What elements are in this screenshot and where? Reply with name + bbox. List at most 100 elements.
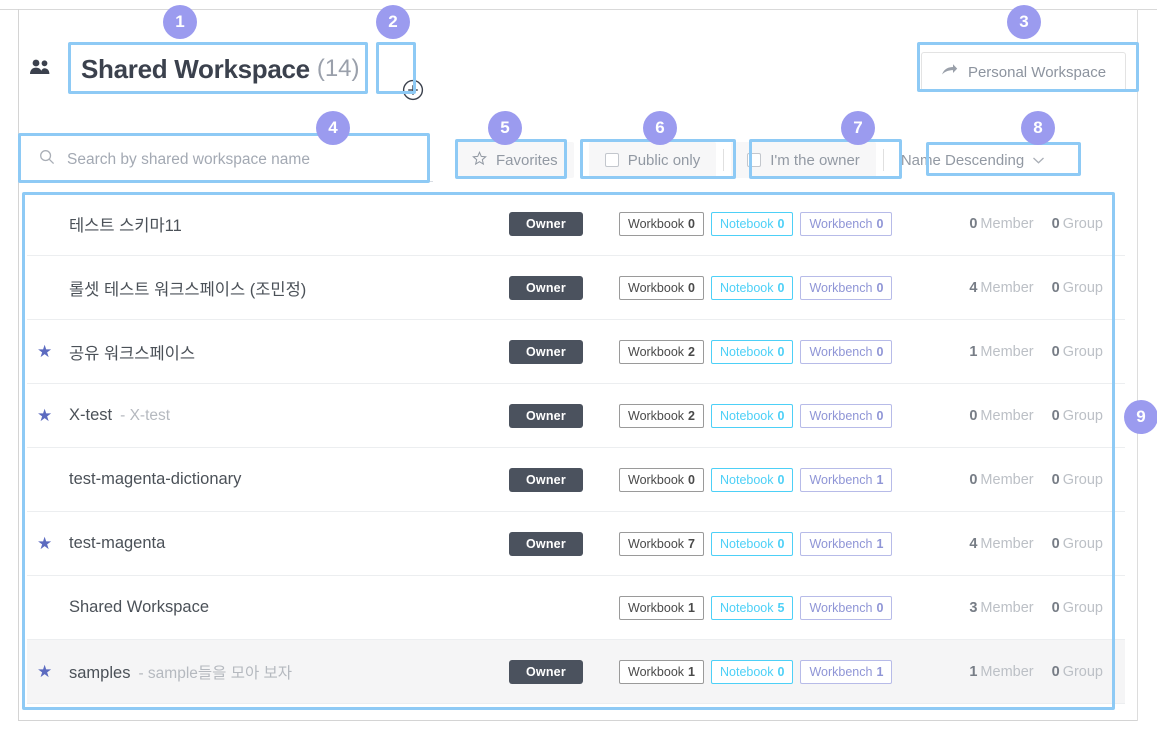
favorite-toggle[interactable]: ★ <box>27 535 69 552</box>
workbench-count-badge[interactable]: Workbench 0 <box>800 339 893 364</box>
workbench-count-badge-label: Workbench <box>809 408 873 423</box>
table-row[interactable]: Shared Workspace Workbook 1 Notebook 5 Workbe… <box>27 576 1125 640</box>
asset-counts-cell: Workbook 1 Notebook 5 Workbench 0 <box>619 595 909 620</box>
favorite-toggle[interactable]: ★ <box>27 663 69 680</box>
notebook-count-badge[interactable]: Notebook 0 <box>711 403 794 428</box>
group-count-value: 0 <box>1051 407 1060 424</box>
sort-label: Name Descending <box>900 151 1025 169</box>
table-row[interactable]: 테스트 스키마11 Owner Workbook 0 Notebook 0 Workbenc… <box>27 192 1125 256</box>
workspace-name-cell[interactable]: test-magenta <box>69 534 509 553</box>
member-count: 0 Member <box>969 472 1033 488</box>
notebook-count-badge[interactable]: Notebook 0 <box>711 531 794 556</box>
star-filled-icon[interactable]: ★ <box>37 343 52 360</box>
favorite-toggle[interactable]: ★ <box>27 407 69 424</box>
group-count: 0 Group <box>1052 408 1103 424</box>
personal-workspace-button[interactable]: Personal Workspace <box>921 52 1126 92</box>
workbook-count-badge[interactable]: Workbook 7 <box>619 531 704 556</box>
workspace-name-cell[interactable]: test-magenta-dictionary <box>69 470 509 489</box>
star-filled-icon[interactable]: ★ <box>37 535 52 552</box>
im-the-owner-checkbox[interactable] <box>747 153 762 167</box>
notebook-count-badge[interactable]: Notebook 0 <box>711 467 794 492</box>
workbench-count-badge-label: Workbench <box>809 664 873 679</box>
workspace-list: 테스트 스키마11 Owner Workbook 0 Notebook 0 Workbenc… <box>27 192 1125 712</box>
table-row[interactable]: ★ X-test - X-test Owner Workbook 2 Notebook 0 Wo… <box>27 384 1125 448</box>
workspace-name-cell[interactable]: Shared Workspace <box>69 598 509 617</box>
workbench-count-badge[interactable]: Workbench 1 <box>800 467 893 492</box>
workbench-count-badge-label: Workbench <box>809 600 873 615</box>
notebook-count-badge-label: Notebook <box>720 664 774 679</box>
workbench-count-badge[interactable]: Workbench 0 <box>800 275 893 300</box>
table-row[interactable]: ★ test-magenta Owner Workbook 7 Notebook 0 Work… <box>27 512 1125 576</box>
workbench-count-badge[interactable]: Workbench 0 <box>800 595 893 620</box>
favorite-toggle[interactable]: ★ <box>27 343 69 360</box>
workbench-count-badge[interactable]: Workbench 0 <box>800 403 893 428</box>
star-filled-icon[interactable]: ★ <box>37 663 52 680</box>
workbook-count-badge-value: 7 <box>688 536 695 551</box>
member-count: 4 Member <box>969 536 1033 552</box>
workbook-count-badge-value: 0 <box>688 280 695 295</box>
frame-left-divider <box>18 9 19 721</box>
im-the-owner-filter[interactable]: I'm the owner <box>731 142 876 178</box>
group-count-value: 0 <box>1051 215 1060 232</box>
table-row[interactable]: ★ 공유 워크스페이스 Owner Workbook 2 Notebook 0 Workben… <box>27 320 1125 384</box>
list-scrollbar[interactable] <box>1115 192 1121 712</box>
workbook-count-badge[interactable]: Workbook 0 <box>619 211 704 236</box>
public-only-checkbox[interactable] <box>604 153 619 167</box>
group-count-value: 0 <box>1051 663 1060 680</box>
workbench-count-badge[interactable]: Workbench 1 <box>800 531 893 556</box>
search-field-wrapper[interactable] <box>27 138 433 182</box>
workbook-count-badge[interactable]: Workbook 2 <box>619 403 704 428</box>
workbook-count-badge[interactable]: Workbook 2 <box>619 339 704 364</box>
notebook-count-badge-label: Notebook <box>720 600 774 615</box>
workbench-count-badge-label: Workbench <box>809 472 873 487</box>
workspace-name: Shared Workspace <box>69 598 210 616</box>
annotation-badge-3: 3 <box>1007 5 1041 39</box>
group-count-value: 0 <box>1051 599 1060 616</box>
workspace-name-cell[interactable]: 공유 워크스페이스 <box>69 340 509 364</box>
filter-divider-3 <box>882 149 884 171</box>
add-workspace-button[interactable] <box>401 78 425 102</box>
workspace-name-cell[interactable]: X-test - X-test <box>69 406 509 425</box>
notebook-count-badge-value: 0 <box>777 536 785 551</box>
asset-counts-cell: Workbook 2 Notebook 0 Workbench 0 <box>619 339 909 364</box>
star-filled-icon[interactable]: ★ <box>37 407 52 424</box>
notebook-count-badge[interactable]: Notebook 5 <box>711 595 794 620</box>
workspace-name-cell[interactable]: 테스트 스키마11 <box>69 212 509 236</box>
workspace-name-cell[interactable]: 롤셋 테스트 워크스페이스 (조민정) <box>69 276 509 300</box>
table-row[interactable]: 롤셋 테스트 워크스페이스 (조민정) Owner Workbook 0 Noteboo… <box>27 256 1125 320</box>
workbook-count-badge[interactable]: Workbook 1 <box>619 595 704 620</box>
sort-select[interactable]: Name Descending <box>891 142 1051 178</box>
role-cell: Owner <box>509 403 619 428</box>
notebook-count-badge[interactable]: Notebook 0 <box>711 339 794 364</box>
filter-controls: Favorites Public only I'm the owner Name… <box>456 140 1051 180</box>
workbench-count-badge[interactable]: Workbench 0 <box>800 211 893 236</box>
member-count-label: Member <box>980 535 1034 552</box>
member-count: 1 Member <box>969 664 1033 680</box>
workbench-count-badge[interactable]: Workbench 1 <box>800 659 893 684</box>
workbook-count-badge[interactable]: Workbook 1 <box>619 659 704 684</box>
workbook-count-badge[interactable]: Workbook 0 <box>619 467 704 492</box>
workbench-count-badge-value: 0 <box>876 600 884 615</box>
search-input[interactable] <box>65 149 415 170</box>
notebook-count-badge[interactable]: Notebook 0 <box>711 659 794 684</box>
member-count-label: Member <box>980 343 1034 360</box>
member-group-cell: 1 Member 0 Group <box>909 344 1125 360</box>
workbook-count-badge[interactable]: Workbook 0 <box>619 275 704 300</box>
notebook-count-badge[interactable]: Notebook 0 <box>711 211 794 236</box>
table-row[interactable]: test-magenta-dictionary Owner Workbook 0 Not… <box>27 448 1125 512</box>
favorites-filter[interactable]: Favorites <box>456 142 574 178</box>
chevron-down-icon <box>1032 152 1045 169</box>
workbench-count-badge-value: 0 <box>876 344 884 359</box>
group-count-value: 0 <box>1051 471 1060 488</box>
table-row[interactable]: ★ samples - sample들을 모아 보자 Owner Workbook 1 No… <box>27 640 1125 704</box>
filter-divider-1 <box>580 149 582 171</box>
role-cell: Owner <box>509 339 619 364</box>
group-count-value: 0 <box>1051 343 1060 360</box>
workspace-name-cell[interactable]: samples - sample들을 모아 보자 <box>69 661 509 683</box>
public-only-filter[interactable]: Public only <box>588 142 717 178</box>
group-count-value: 0 <box>1051 279 1060 296</box>
member-group-cell: 1 Member 0 Group <box>909 664 1125 680</box>
notebook-count-badge[interactable]: Notebook 0 <box>711 275 794 300</box>
asset-counts-cell: Workbook 0 Notebook 0 Workbench 1 <box>619 467 909 492</box>
search-icon <box>39 149 55 170</box>
